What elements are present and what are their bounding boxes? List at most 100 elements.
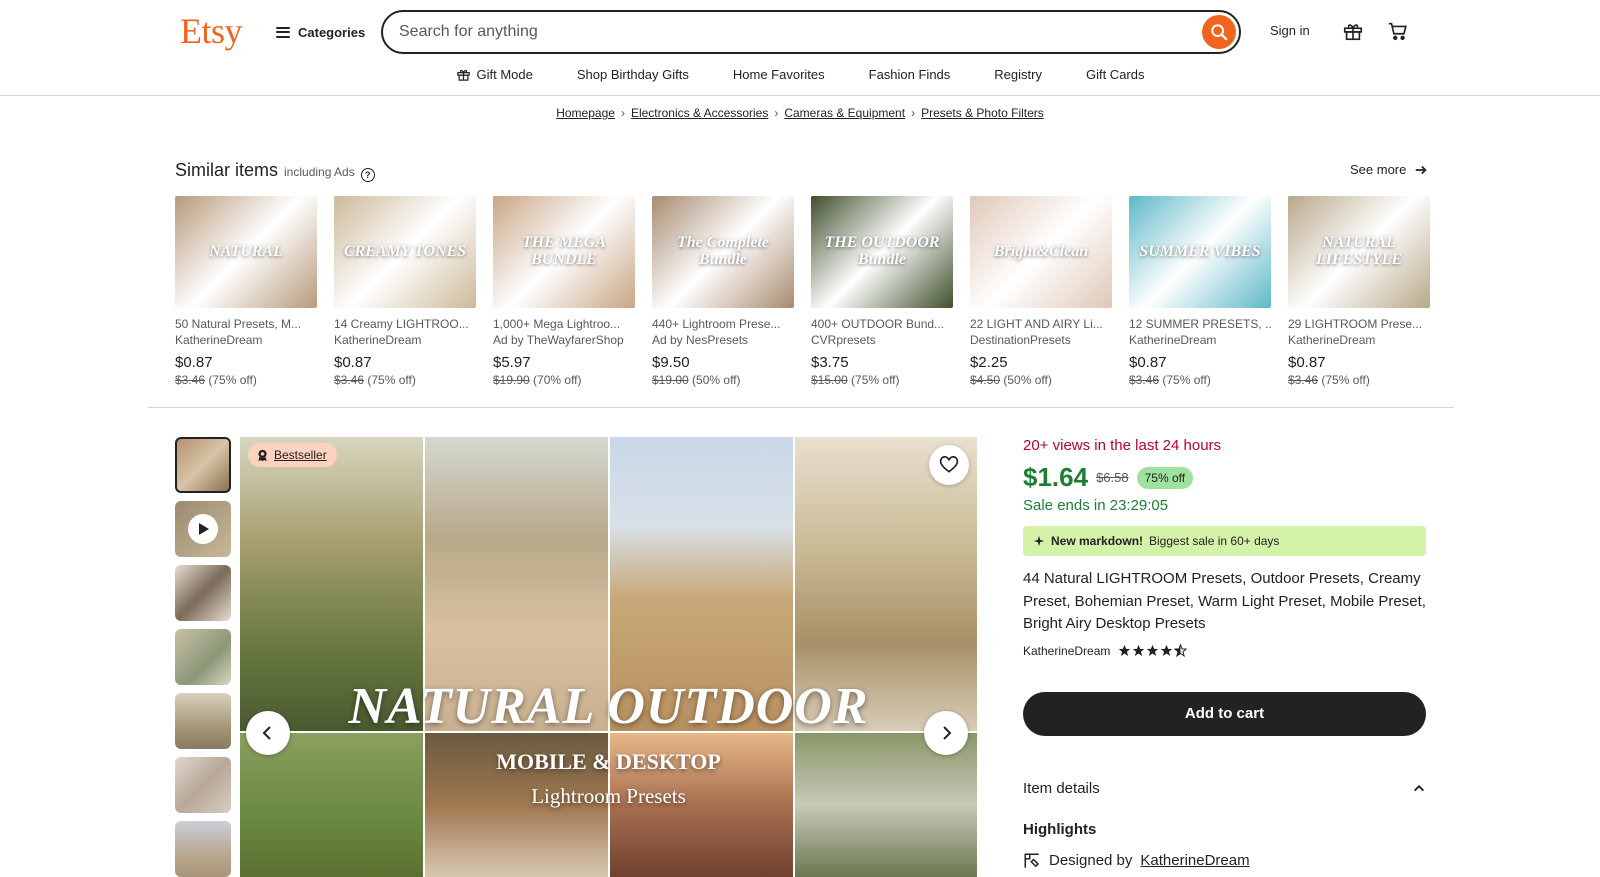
item-title[interactable]: 440+ Lightroom Prese... xyxy=(652,317,794,331)
item-original-price: $19.90 (70% off) xyxy=(493,373,582,387)
item-title[interactable]: 12 SUMMER PRESETS, ... xyxy=(1129,317,1271,331)
seller-name[interactable]: KatherineDream xyxy=(1023,644,1110,658)
similar-item-card[interactable]: CREAMY TONES 14 Creamy LIGHTROO... Kathe… xyxy=(334,196,476,387)
gallery-thumbnail[interactable] xyxy=(175,565,231,621)
bestseller-badge[interactable]: Bestseller xyxy=(248,443,337,467)
item-price: $9.50 xyxy=(652,354,690,371)
see-more-label: See more xyxy=(1350,162,1407,177)
breadcrumb-electronics[interactable]: Electronics & Accessories xyxy=(631,106,768,120)
price-row: $1.64 $6.58 75% off xyxy=(1023,462,1426,493)
star-icon xyxy=(1133,644,1145,656)
similar-items-subtitle: including Ads xyxy=(284,165,355,179)
add-to-cart-button[interactable]: Add to cart xyxy=(1023,691,1426,736)
help-icon[interactable]: ? xyxy=(360,168,375,182)
breadcrumb-homepage[interactable]: Homepage xyxy=(556,106,615,120)
item-thumbnail[interactable]: NATURAL LIFESTYLE xyxy=(1288,196,1430,308)
nav-gift-cards[interactable]: Gift Cards xyxy=(1086,62,1145,86)
similar-item-card[interactable]: Bright&Clean 22 LIGHT AND AIRY Li... Des… xyxy=(970,196,1112,387)
breadcrumb-cameras[interactable]: Cameras & Equipment xyxy=(784,106,905,120)
item-thumbnail[interactable]: THE MEGA BUNDLE xyxy=(493,196,635,308)
item-thumbnail[interactable]: CREAMY TONES xyxy=(334,196,476,308)
breadcrumb-presets[interactable]: Presets & Photo Filters xyxy=(921,106,1044,120)
similar-item-card[interactable]: THE MEGA BUNDLE 1,000+ Mega Lightroo... … xyxy=(493,196,635,387)
designed-by-label: Designed by xyxy=(1049,852,1133,869)
item-title[interactable]: 50 Natural Presets, M... xyxy=(175,317,317,331)
similar-items-list: NATURAL 50 Natural Presets, M... Katheri… xyxy=(175,196,1430,387)
item-details-toggle[interactable]: Item details xyxy=(1023,780,1426,797)
gallery-thumbnail[interactable] xyxy=(175,821,231,877)
bestseller-label: Bestseller xyxy=(274,448,327,462)
chevron-right-icon: › xyxy=(620,106,625,120)
item-title[interactable]: 1,000+ Mega Lightroo... xyxy=(493,317,635,331)
see-more-link[interactable]: See more xyxy=(1350,162,1428,177)
item-title[interactable]: 22 LIGHT AND AIRY Li... xyxy=(970,317,1112,331)
item-title[interactable]: 14 Creamy LIGHTROO... xyxy=(334,317,476,331)
search-icon xyxy=(1211,24,1228,41)
listing-info-panel: 20+ views in the last 24 hours $1.64 $6.… xyxy=(1023,437,1426,870)
gallery-video-thumbnail[interactable] xyxy=(175,501,231,557)
item-title[interactable]: 400+ OUTDOOR Bund... xyxy=(811,317,953,331)
gallery-thumbnail[interactable] xyxy=(175,757,231,813)
nav-fashion-finds[interactable]: Fashion Finds xyxy=(869,62,951,86)
design-tool-icon xyxy=(1024,853,1040,868)
item-original-price: $19.00 (50% off) xyxy=(652,373,741,387)
item-price: $2.25 xyxy=(970,354,1008,371)
similar-item-card[interactable]: SUMMER VIBES 12 SUMMER PRESETS, ... Kath… xyxy=(1129,196,1271,387)
image-overlay-caption: Lightroom Presets xyxy=(531,784,686,808)
item-title[interactable]: 29 LIGHTROOM Prese... xyxy=(1288,317,1430,331)
item-original-price: $3.46 (75% off) xyxy=(334,373,416,387)
similar-item-card[interactable]: NATURAL 50 Natural Presets, M... Katheri… xyxy=(175,196,317,387)
thumbnail-text: THE OUTDOOR Bundle xyxy=(824,234,940,268)
nav-home-favorites[interactable]: Home Favorites xyxy=(733,62,825,86)
item-thumbnail[interactable]: The Complete Bundle xyxy=(652,196,794,308)
item-price: $0.87 xyxy=(334,354,372,371)
item-thumbnail[interactable]: Bright&Clean xyxy=(970,196,1112,308)
item-thumbnail[interactable]: NATURAL xyxy=(175,196,317,308)
thumbnail-text: SUMMER VIBES xyxy=(1139,242,1261,260)
item-original-price: $15.00 (75% off) xyxy=(811,373,900,387)
previous-image-button[interactable] xyxy=(246,711,290,755)
views-notice: 20+ views in the last 24 hours xyxy=(1023,437,1222,454)
rating-stars[interactable] xyxy=(1118,644,1188,657)
categories-button[interactable]: Categories xyxy=(276,20,365,44)
image-overlay-title: NATURAL OUTDOOR xyxy=(348,678,869,735)
current-price: $1.64 xyxy=(1023,462,1089,492)
half-star-icon xyxy=(1174,644,1188,657)
item-original-price: $3.46 (75% off) xyxy=(1288,373,1370,387)
favorite-button[interactable] xyxy=(929,445,969,485)
top-navigation: Gift Mode Shop Birthday Gifts Home Favor… xyxy=(0,62,1600,86)
item-thumbnail[interactable]: SUMMER VIBES xyxy=(1129,196,1271,308)
sparkle-icon xyxy=(1033,535,1045,547)
gallery-thumbnail[interactable] xyxy=(175,693,231,749)
nav-registry[interactable]: Registry xyxy=(994,62,1042,86)
similar-item-card[interactable]: The Complete Bundle 440+ Lightroom Prese… xyxy=(652,196,794,387)
gift-icon[interactable] xyxy=(1340,18,1366,44)
item-thumbnail[interactable]: THE OUTDOOR Bundle xyxy=(811,196,953,308)
item-details-label: Item details xyxy=(1023,779,1100,797)
item-shop: KatherineDream xyxy=(334,333,422,347)
markdown-title: New markdown! xyxy=(1051,534,1144,548)
designer-shop-link[interactable]: KatherineDream xyxy=(1140,852,1249,869)
thumbnail-text: NATURAL LIFESTYLE xyxy=(1315,234,1403,268)
similar-item-card[interactable]: THE OUTDOOR Bundle 400+ OUTDOOR Bund... … xyxy=(811,196,953,387)
chevron-right-icon xyxy=(943,726,952,740)
search-input[interactable] xyxy=(399,21,1179,43)
next-image-button[interactable] xyxy=(924,711,968,755)
sign-in-link[interactable]: Sign in xyxy=(1270,23,1310,38)
similar-item-card[interactable]: NATURAL LIFESTYLE 29 LIGHTROOM Prese... … xyxy=(1288,196,1430,387)
item-shop: CVRpresets xyxy=(811,333,876,347)
chevron-right-icon: › xyxy=(774,106,779,120)
nav-gift-mode[interactable]: Gift Mode xyxy=(456,62,533,86)
item-shop: Ad by NesPresets xyxy=(652,333,749,347)
cart-icon[interactable] xyxy=(1385,18,1411,44)
gallery-thumbnail[interactable] xyxy=(175,629,231,685)
listing-title: 44 Natural LIGHTROOM Presets, Outdoor Pr… xyxy=(1023,570,1426,632)
main-listing-image[interactable]: NATURAL OUTDOOR MOBILE & DESKTOP Lightro… xyxy=(240,437,977,877)
star-icon xyxy=(1161,644,1173,656)
search-button[interactable] xyxy=(1202,15,1236,49)
gallery-thumbnail-active[interactable] xyxy=(175,437,231,493)
etsy-logo[interactable]: Etsy xyxy=(180,10,243,52)
item-price: $0.87 xyxy=(1288,354,1326,371)
nav-birthday-gifts[interactable]: Shop Birthday Gifts xyxy=(577,62,689,86)
categories-label: Categories xyxy=(298,24,366,40)
